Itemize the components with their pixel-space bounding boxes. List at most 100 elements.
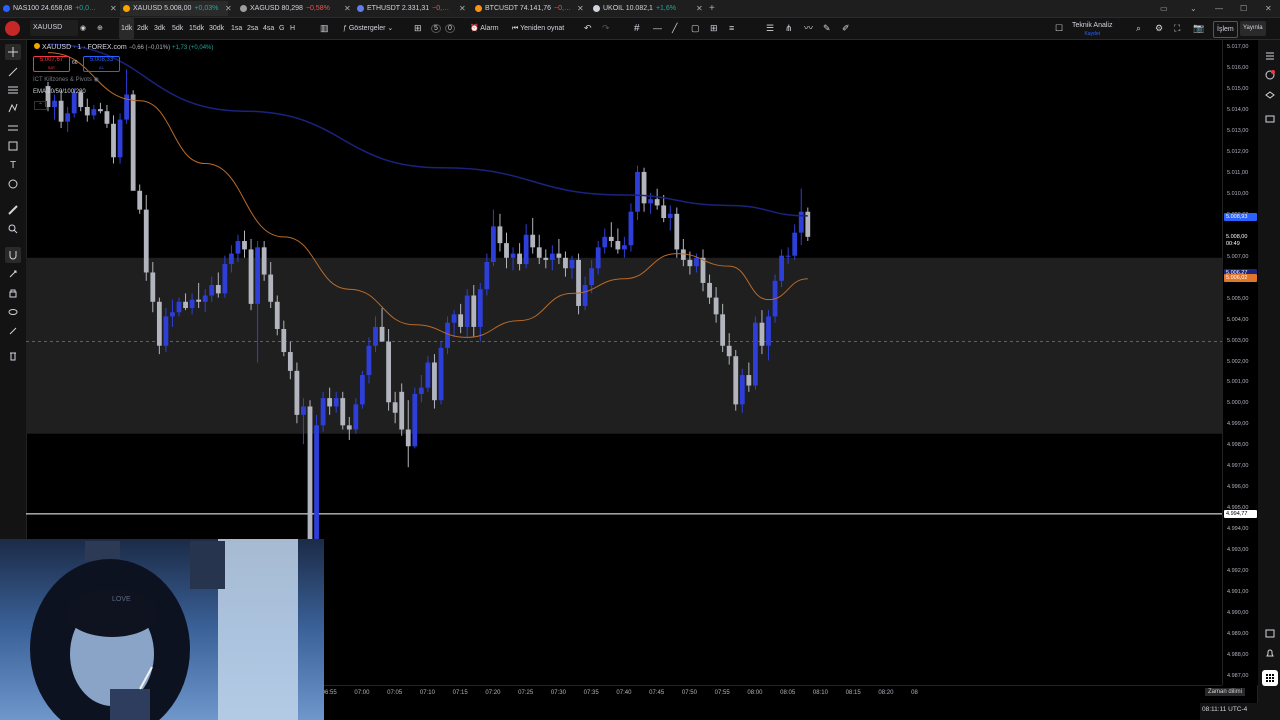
tab-xagusd[interactable]: XAGUSD 80,298 −0,58% [240,1,330,16]
settings-gear-icon[interactable]: ⚙ [1155,18,1163,39]
tab-btcusdt[interactable]: BTCUSDT 74.141,76 −0,… [475,1,571,16]
chat-icon[interactable] [1262,112,1278,128]
undo-icon[interactable]: ↶ [584,18,592,39]
emoji-tool-icon[interactable] [5,176,21,192]
interval-1sa[interactable]: 1sa [231,18,242,39]
price-axis[interactable]: 5.017,00 5.016,00 5.015,00 5.014,00 5.013,00… [1222,40,1258,685]
tab-ukoil[interactable]: UKOIL 10.082,1 +1,6% [593,1,676,16]
calendar-icon[interactable] [1262,625,1278,641]
notifications-icon[interactable] [1262,646,1278,662]
layers-icon[interactable] [1262,88,1278,104]
eye-icon[interactable] [5,304,21,320]
interval-h[interactable]: H [290,18,295,39]
interval-1dk[interactable]: 1dk [119,18,135,39]
window-layout-icon[interactable]: ▭ [1160,1,1168,16]
trend-line-tool-icon[interactable] [5,64,21,80]
close-tab-icon[interactable]: ✕ [344,1,351,16]
text-tool-icon[interactable]: T [5,157,21,173]
add-tab-icon[interactable]: + [709,1,715,16]
minimize-icon[interactable]: — [1215,1,1223,16]
prediction-tool-icon[interactable] [5,120,21,136]
ema-indicator-label[interactable]: EMA 20/50/100/200 [33,89,86,95]
sell-button[interactable]: 5.007,67 SAT [33,56,70,72]
link-icon[interactable] [5,323,21,339]
indicator-count-5[interactable]: 5 [431,18,441,39]
trash-icon[interactable] [5,348,21,364]
close-window-icon[interactable]: ✕ [1265,1,1272,16]
maximize-icon[interactable]: ☐ [1240,1,1247,16]
close-tab-icon[interactable]: ✕ [577,1,584,16]
interval-2sa[interactable]: 2sa [247,18,258,39]
tab-ethusdt[interactable]: ETHUSDT 2.331,31 −0,… [357,1,449,16]
candle [242,230,247,258]
hide-eye-icon[interactable]: ◉ [94,77,99,83]
crosshair-icon[interactable] [5,44,21,60]
grid-icon[interactable]: # [634,18,640,39]
close-tab-icon[interactable]: ✕ [225,1,232,16]
watchlist-icon[interactable] [1262,48,1278,64]
dropdown-icon[interactable]: ⌄ [1190,1,1197,16]
interval-4sa[interactable]: 4sa [263,18,274,39]
candle-body [366,345,372,376]
close-tab-icon[interactable]: ✕ [459,1,466,16]
interval-2dk[interactable]: 2dk [137,18,148,39]
tab-xauusd[interactable]: XAUUSD 5.008,00 +0,03% [120,1,228,16]
highlighter-icon[interactable]: ✐ [842,18,850,39]
buy-button[interactable]: 5.008,33 AL [83,56,120,72]
candle-body [111,123,116,158]
candle-body [707,282,712,298]
ict-indicator-label[interactable]: ICT Killzones & Pivots ◉ [33,76,99,83]
candle-type-icon[interactable]: ▥ [320,18,329,39]
lock-icon[interactable] [5,285,21,301]
interval-3dk[interactable]: 3dk [154,18,165,39]
avatar[interactable] [5,21,20,36]
compare-icon[interactable]: ◉ [80,18,86,39]
replay-button[interactable]: ⏮ Yeniden oynat [512,18,564,39]
alerts-icon[interactable] [1262,67,1278,83]
magnet-icon[interactable] [5,247,21,263]
rectangle-icon[interactable]: ▢ [691,18,700,39]
price-tick: 4.987,00 [1227,672,1249,679]
path-icon[interactable]: 〰 [804,18,813,39]
pitchfork-icon[interactable]: ⋔ [785,18,793,39]
tab-nas100[interactable]: NAS100 24.658,08 +0,0… [3,1,96,16]
horizontal-line-icon[interactable]: — [653,18,662,39]
symbol-search-input[interactable]: XAUUSD [30,20,78,36]
search-icon[interactable]: ⌕ [1136,18,1141,39]
redo-icon[interactable]: ↷ [602,18,610,39]
stay-drawing-icon[interactable] [5,266,21,282]
pattern-tool-icon[interactable] [5,100,21,116]
table-icon[interactable]: ⊞ [710,18,718,39]
zoom-icon[interactable] [5,221,21,237]
checkbox-icon[interactable]: ☐ [1055,18,1063,39]
alarm-button[interactable]: ⏰ Alarm [470,18,499,39]
channel-icon[interactable]: ☰ [766,18,774,39]
candle-body [65,113,71,122]
shape-tool-icon[interactable] [5,138,21,154]
interval-15dk[interactable]: 15dk [189,18,204,39]
add-symbol-icon[interactable]: ⊕ [97,18,103,39]
fib-icon[interactable]: ≡ [729,18,734,39]
brush-icon[interactable]: ✎ [823,18,831,39]
templates-icon[interactable]: ⊞ [414,18,422,39]
publish-button[interactable]: Yayınla [1240,21,1266,36]
indicator-count-0[interactable]: 0 [445,18,455,39]
interval-30dk[interactable]: 30dk [209,18,224,39]
apps-grid-icon[interactable] [1262,670,1278,686]
indicators-button[interactable]: ƒ Göstergeler ⌄ [343,18,393,39]
tech-analysis-button[interactable]: Teknik Analiz Kaydet [1072,21,1112,42]
trade-button[interactable]: İşlem [1213,21,1238,38]
camera-icon[interactable]: 📷 [1193,18,1204,39]
fibonacci-tool-icon[interactable] [5,82,21,98]
close-tab-icon[interactable]: ✕ [696,1,703,16]
timezone-button[interactable]: Zaman dilimi [1205,688,1246,696]
close-tab-icon[interactable]: ✕ [110,1,117,16]
interval-g[interactable]: G [279,18,284,39]
interval-5dk[interactable]: 5dk [172,18,183,39]
collapse-legend-icon[interactable]: ⌃ [34,101,48,110]
fullscreen-icon[interactable]: ⛶ [1174,18,1180,39]
clock-timezone[interactable]: 08:11:11 UTC-4 [1202,706,1247,713]
ruler-icon[interactable] [5,202,21,218]
sell-label: SAT [47,65,56,70]
trend-line-icon[interactable]: ╱ [672,18,677,39]
